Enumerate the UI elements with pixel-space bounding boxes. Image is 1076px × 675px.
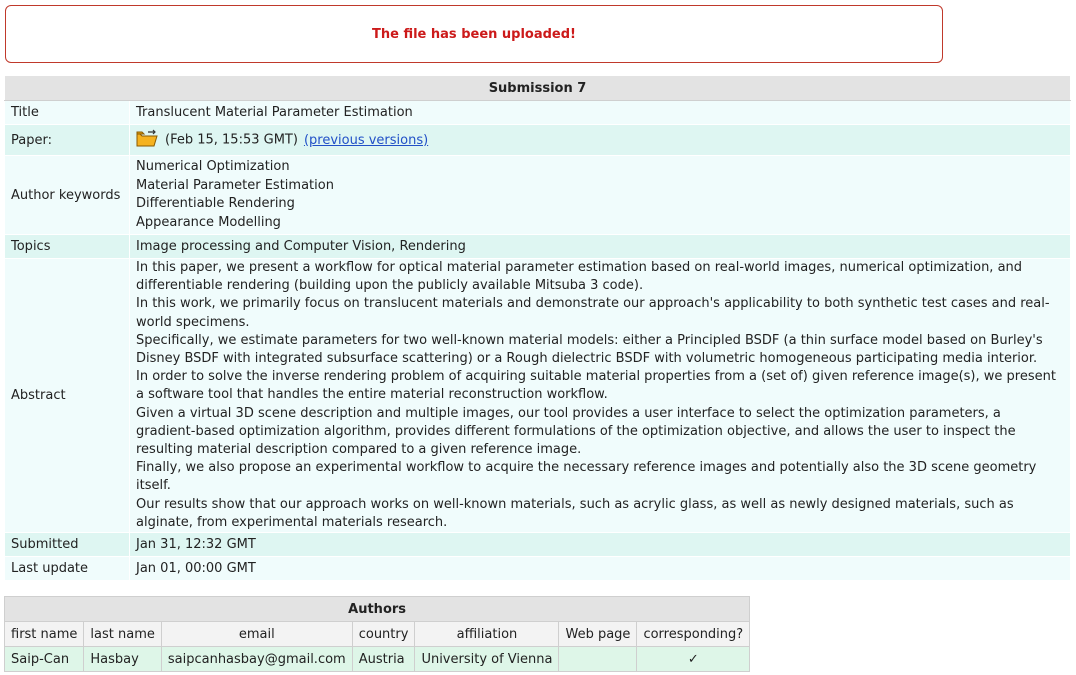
- keyword-item: Material Parameter Estimation: [136, 177, 334, 193]
- title-label: Title: [4, 100, 130, 125]
- abstract-paragraph: In this work, we primarily focus on tran…: [136, 296, 1050, 330]
- keyword-item: Differentiable Rendering: [136, 196, 295, 211]
- submission-title: Translucent Material Parameter Estimatio…: [129, 100, 1071, 125]
- last-update-value: Jan 01, 00:00 GMT: [129, 556, 1071, 582]
- corresponding-check-icon: ✓: [636, 646, 751, 672]
- column-header: first name: [3, 621, 85, 647]
- abstract-paragraph: Finally, we also propose an experimental…: [136, 460, 1037, 494]
- abstract-paragraph: In order to solve the inverse rendering …: [136, 369, 1056, 403]
- abstract-label: Abstract: [4, 257, 130, 534]
- upload-notice: The file has been uploaded!: [5, 5, 943, 63]
- submitted-value: Jan 31, 12:32 GMT: [129, 532, 1071, 558]
- submission-table: Submission 7 Title Translucent Material …: [4, 75, 1071, 582]
- submitted-label: Submitted: [4, 532, 130, 558]
- keywords-label: Author keywords: [4, 155, 130, 235]
- column-header: Web page: [558, 621, 638, 647]
- last-update-label: Last update: [4, 556, 130, 582]
- keywords-list: Numerical Optimization Material Paramete…: [129, 155, 1071, 235]
- column-header: corresponding?: [636, 621, 751, 647]
- author-last-name: Hasbay: [83, 646, 162, 672]
- abstract-text: In this paper, we present a workflow for…: [129, 257, 1071, 534]
- topics-value: Image processing and Computer Vision, Re…: [129, 234, 1071, 259]
- author-web-page: [558, 646, 638, 672]
- notice-message: The file has been uploaded!: [372, 26, 576, 42]
- abstract-paragraph: In this paper, we present a workflow for…: [136, 260, 1023, 294]
- previous-versions-link[interactable]: (previous versions): [304, 133, 428, 148]
- column-header: last name: [83, 621, 162, 647]
- abstract-paragraph: Given a virtual 3D scene description and…: [136, 405, 1016, 458]
- table-row: Saip-Can Hasbay saipcanhasbay@gmail.com …: [3, 646, 751, 672]
- abstract-paragraph: Specifically, we estimate parameters for…: [136, 332, 1043, 367]
- author-country: Austria: [351, 646, 416, 672]
- submission-heading: Submission 7: [4, 75, 1071, 101]
- topics-label: Topics: [4, 234, 130, 259]
- keyword-item: Appearance Modelling: [136, 214, 281, 230]
- author-first-name: Saip-Can: [3, 646, 85, 672]
- author-affiliation: University of Vienna: [414, 646, 560, 672]
- column-header: affiliation: [414, 621, 560, 647]
- abstract-paragraph: Our results show that our approach works…: [136, 496, 1014, 530]
- author-email: saipcanhasbay@gmail.com: [160, 646, 353, 672]
- paper-cell: (Feb 15, 15:53 GMT) (previous versions): [129, 124, 1071, 156]
- folder-icon[interactable]: [136, 128, 158, 152]
- column-header: email: [160, 621, 353, 647]
- paper-date: (Feb 15, 15:53 GMT): [165, 132, 298, 148]
- keyword-item: Numerical Optimization: [136, 159, 290, 174]
- authors-table: Authors first name last name email count…: [3, 596, 751, 672]
- authors-heading: Authors: [3, 596, 751, 622]
- paper-label: Paper:: [4, 124, 130, 156]
- column-header: country: [351, 621, 416, 647]
